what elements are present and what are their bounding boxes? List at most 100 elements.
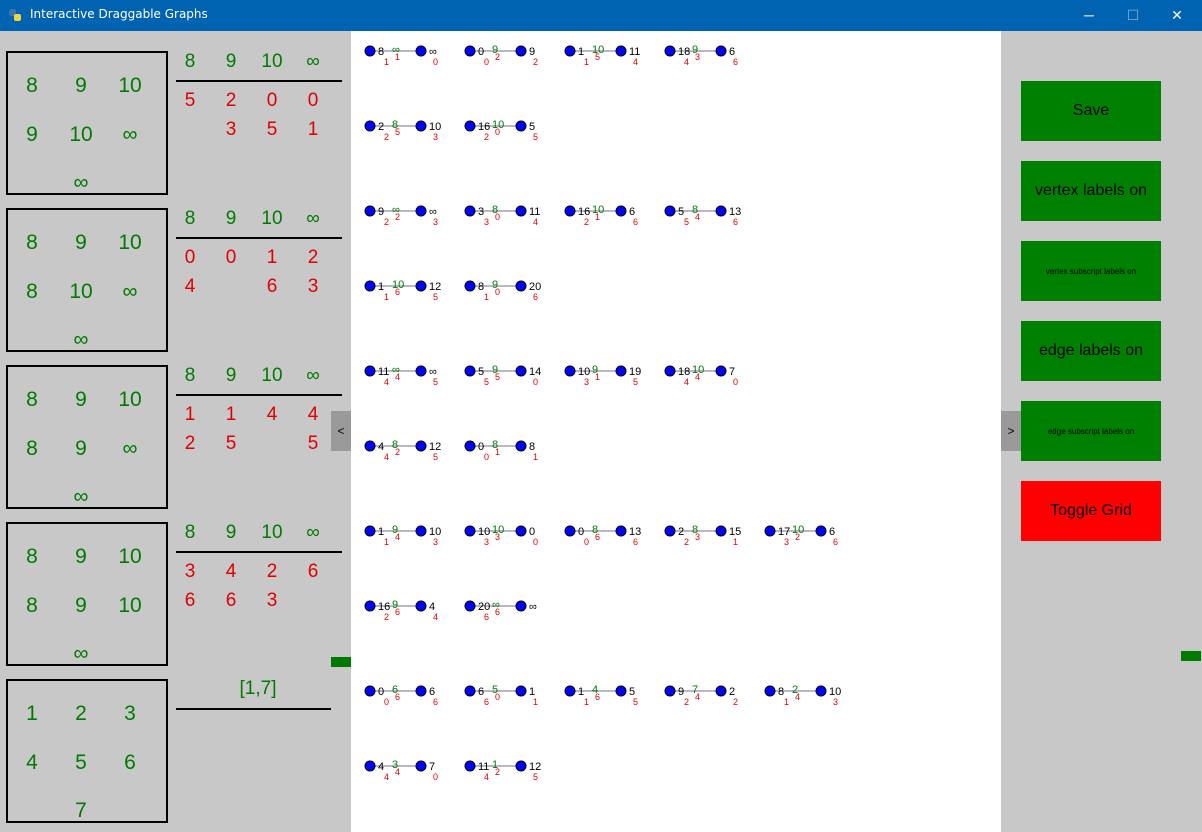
graph[interactable]: 18493 66 bbox=[664, 44, 738, 67]
vertex[interactable] bbox=[564, 205, 576, 217]
vertex[interactable] bbox=[464, 280, 476, 292]
vertex[interactable] bbox=[664, 365, 676, 377]
vertex[interactable] bbox=[564, 685, 576, 697]
graph[interactable]: 0092 92 bbox=[464, 44, 538, 67]
control-button[interactable]: vertex subscript labels on bbox=[1021, 241, 1161, 301]
vertex[interactable] bbox=[515, 600, 527, 612]
vertex[interactable] bbox=[415, 760, 427, 772]
minimize-button[interactable]: ─ bbox=[1066, 0, 1112, 31]
graph[interactable]: 92∞2 ∞3 bbox=[364, 204, 438, 227]
graphs-svg[interactable]: 81∞1 ∞00092 9211105 11418493 662285 103162100… bbox=[351, 31, 1001, 832]
vertex[interactable] bbox=[515, 205, 527, 217]
vertex[interactable] bbox=[515, 365, 527, 377]
vertex[interactable] bbox=[415, 685, 427, 697]
graph[interactable]: 81∞1 ∞0 bbox=[364, 44, 438, 67]
graph[interactable]: 8190 206 bbox=[464, 279, 541, 302]
vertex[interactable] bbox=[415, 600, 427, 612]
vertex[interactable] bbox=[664, 205, 676, 217]
vertex[interactable] bbox=[564, 365, 576, 377]
control-button[interactable]: edge subscript labels on bbox=[1021, 401, 1161, 461]
vertex[interactable] bbox=[364, 600, 376, 612]
matrix-box[interactable]: 8 9 10 8 9 10 ∞ bbox=[6, 522, 168, 666]
graph[interactable]: 0066 66 bbox=[364, 684, 438, 707]
graph[interactable]: 4482 125 bbox=[364, 439, 441, 462]
vertex[interactable] bbox=[715, 525, 727, 537]
graph[interactable]: 3380 114 bbox=[464, 204, 540, 227]
vertex[interactable] bbox=[815, 525, 827, 537]
vertex[interactable] bbox=[464, 440, 476, 452]
vertex[interactable] bbox=[364, 280, 376, 292]
control-button[interactable]: Save bbox=[1021, 81, 1161, 141]
graph[interactable]: 4434 70 bbox=[364, 759, 438, 782]
vertex[interactable] bbox=[415, 120, 427, 132]
vertex[interactable] bbox=[464, 760, 476, 772]
vertex[interactable] bbox=[364, 525, 376, 537]
graph[interactable]: 173102 66 bbox=[764, 524, 838, 547]
vertex[interactable] bbox=[415, 440, 427, 452]
vertex[interactable] bbox=[815, 685, 827, 697]
vertex[interactable] bbox=[515, 440, 527, 452]
vertex[interactable] bbox=[364, 120, 376, 132]
control-button[interactable]: edge labels on bbox=[1021, 321, 1161, 381]
graph[interactable]: 0086 136 bbox=[564, 524, 641, 547]
vertex[interactable] bbox=[464, 525, 476, 537]
graph[interactable]: 206∞6 ∞ bbox=[464, 599, 537, 622]
vertex[interactable] bbox=[664, 685, 676, 697]
vertex[interactable] bbox=[415, 280, 427, 292]
vertex[interactable] bbox=[364, 205, 376, 217]
graph[interactable]: 10391 195 bbox=[564, 364, 641, 387]
vertex[interactable] bbox=[764, 525, 776, 537]
vertex[interactable] bbox=[415, 365, 427, 377]
vertex[interactable] bbox=[615, 685, 627, 697]
maximize-button[interactable]: ☐ bbox=[1110, 0, 1156, 31]
graph[interactable]: 6650 11 bbox=[464, 684, 538, 707]
vertex[interactable] bbox=[515, 685, 527, 697]
vertex[interactable] bbox=[364, 685, 376, 697]
matrix-box[interactable]: 8 9 10 8 10 ∞ ∞ bbox=[6, 208, 168, 352]
vertex[interactable] bbox=[364, 440, 376, 452]
vertex[interactable] bbox=[715, 365, 727, 377]
vertex[interactable] bbox=[464, 600, 476, 612]
vertex[interactable] bbox=[415, 45, 427, 57]
vertex[interactable] bbox=[664, 525, 676, 537]
vertex[interactable] bbox=[364, 45, 376, 57]
graph[interactable]: 114∞4 ∞5 bbox=[364, 364, 438, 387]
graph-canvas[interactable]: 8 1 ∞ 1 ∞ 0 0 0 9 2 9 2 1 1 10 5 11 4 18 4 9 3 6 6 2 2 8 5 10 3 16 2 10 0… bbox=[351, 31, 1001, 832]
right-scroll-indicator[interactable] bbox=[1181, 651, 1201, 661]
graph[interactable]: 184104 70 bbox=[664, 364, 738, 387]
graph[interactable]: 8124 103 bbox=[764, 684, 841, 707]
graph[interactable]: 11105 114 bbox=[564, 44, 640, 67]
vertex[interactable] bbox=[515, 525, 527, 537]
vertex[interactable] bbox=[464, 685, 476, 697]
collapse-left-button[interactable]: < bbox=[331, 411, 351, 451]
graph[interactable]: 2285 103 bbox=[364, 119, 441, 142]
vertex[interactable] bbox=[564, 525, 576, 537]
vertex[interactable] bbox=[715, 45, 727, 57]
vertex[interactable] bbox=[664, 45, 676, 57]
vertex[interactable] bbox=[515, 120, 527, 132]
graph[interactable]: 162101 66 bbox=[564, 204, 638, 227]
graph[interactable]: 1146 55 bbox=[564, 684, 638, 707]
graph[interactable]: 16296 44 bbox=[364, 599, 438, 622]
vertex[interactable] bbox=[764, 685, 776, 697]
graph[interactable]: 9274 22 bbox=[664, 684, 738, 707]
graph[interactable]: 103103 00 bbox=[464, 524, 538, 547]
vertex[interactable] bbox=[464, 45, 476, 57]
vertex[interactable] bbox=[464, 205, 476, 217]
vertex[interactable] bbox=[564, 45, 576, 57]
close-button[interactable]: ✕ bbox=[1154, 0, 1200, 31]
vertex[interactable] bbox=[615, 365, 627, 377]
graph[interactable]: 11412 125 bbox=[464, 759, 541, 782]
graph[interactable]: 0081 81 bbox=[464, 439, 538, 462]
vertex[interactable] bbox=[415, 525, 427, 537]
vertex[interactable] bbox=[515, 280, 527, 292]
vertex[interactable] bbox=[364, 365, 376, 377]
vertex[interactable] bbox=[615, 525, 627, 537]
vertex[interactable] bbox=[715, 685, 727, 697]
control-button[interactable]: Toggle Grid bbox=[1021, 481, 1161, 541]
vertex[interactable] bbox=[615, 45, 627, 57]
vertex[interactable] bbox=[464, 120, 476, 132]
graph[interactable]: 11106 125 bbox=[364, 279, 441, 302]
vertex[interactable] bbox=[615, 205, 627, 217]
vertex[interactable] bbox=[715, 205, 727, 217]
